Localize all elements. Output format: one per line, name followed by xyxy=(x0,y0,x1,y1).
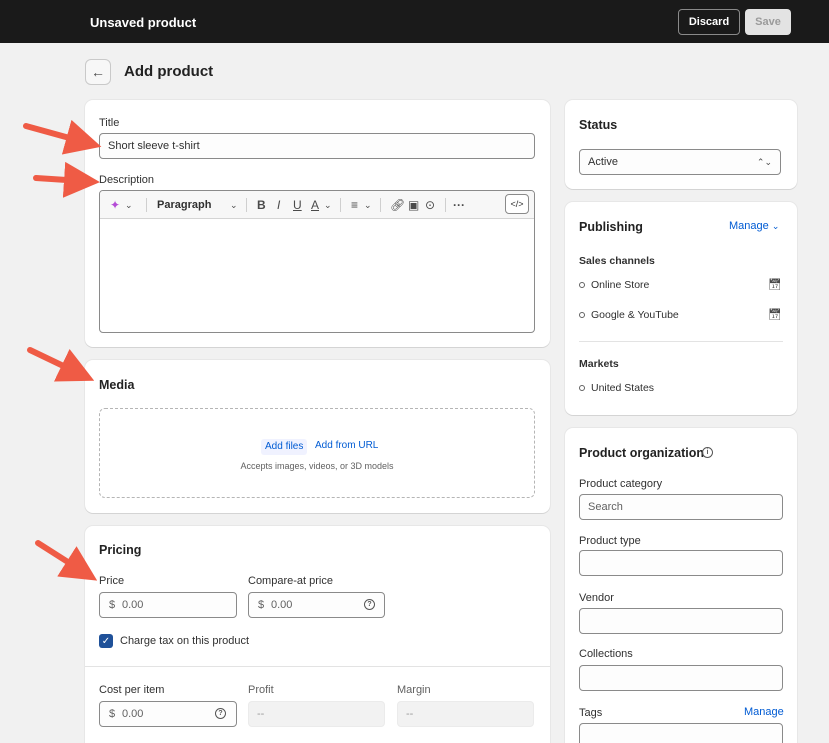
link-icon[interactable]: 🔗︎ xyxy=(390,198,405,212)
select-chevron-icon: ⌃⌄ xyxy=(756,156,772,167)
toolbar-divider xyxy=(146,198,147,212)
channel-google-youtube: Google & YouTube xyxy=(591,309,679,321)
product-organization-card: Product organization i Product category … xyxy=(565,428,797,743)
cost-per-item-label: Cost per item xyxy=(99,684,165,696)
video-icon[interactable]: ⊙ xyxy=(425,198,435,212)
sparkle-icon[interactable]: ✦ xyxy=(110,198,120,212)
media-heading: Media xyxy=(99,378,135,392)
status-selected-value: Active xyxy=(588,156,618,168)
profit-field: -- xyxy=(248,701,385,727)
publishing-divider xyxy=(579,341,783,342)
page-title: Add product xyxy=(124,63,214,80)
more-icon[interactable]: ··· xyxy=(453,198,465,212)
price-label: Price xyxy=(99,575,125,587)
add-files-button[interactable]: Add files xyxy=(261,439,308,455)
info-icon[interactable]: i xyxy=(702,447,713,458)
pricing-card: Pricing Price $ Compare-at price $ ? ✓ C… xyxy=(85,526,550,743)
back-button[interactable]: ← xyxy=(85,59,111,85)
publishing-card: Publishing Manage ⌄ Sales channels Onlin… xyxy=(565,202,797,415)
product-category-input[interactable] xyxy=(579,494,783,520)
currency-symbol: $ xyxy=(109,599,116,611)
product-type-input[interactable] xyxy=(579,550,783,576)
publishing-manage-link[interactable]: Manage ⌄ xyxy=(729,220,779,232)
paragraph-select[interactable]: Paragraph xyxy=(157,199,211,211)
chevron-down-icon[interactable]: ⌄ xyxy=(230,200,238,211)
tags-manage-link[interactable]: Manage xyxy=(744,706,784,718)
chevron-down-icon[interactable]: ⌄ xyxy=(364,200,372,211)
bold-icon[interactable]: B xyxy=(257,198,266,212)
status-card: Status Active ⌃⌄ xyxy=(565,100,797,189)
pricing-divider xyxy=(85,666,550,667)
vendor-label: Vendor xyxy=(579,592,614,604)
top-bar: Unsaved product Discard Save xyxy=(0,0,829,43)
underline-icon[interactable]: U xyxy=(293,198,302,212)
description-editor[interactable]: ✦ ⌄ Paragraph ⌄ B I U A ⌄ ≡ ⌄ 🔗︎ ▣ ⊙ ···… xyxy=(99,190,535,333)
image-icon[interactable]: ▣ xyxy=(408,198,419,212)
text-color-icon[interactable]: A xyxy=(311,198,319,212)
margin-value: -- xyxy=(406,708,414,720)
toolbar-divider xyxy=(445,198,446,212)
description-label: Description xyxy=(99,174,155,186)
calendar-icon[interactable]: 📅︎ xyxy=(768,278,782,291)
product-category-label: Product category xyxy=(579,478,663,490)
compare-at-price-label: Compare-at price xyxy=(248,575,333,587)
status-select[interactable]: Active ⌃⌄ xyxy=(579,149,781,175)
charge-tax-label: Charge tax on this product xyxy=(120,635,250,647)
toolbar-divider xyxy=(380,198,381,212)
collections-input[interactable] xyxy=(579,665,783,691)
market-status-dot xyxy=(579,385,585,391)
unsaved-title: Unsaved product xyxy=(90,15,197,30)
help-icon[interactable]: ? xyxy=(215,708,226,719)
discard-button[interactable]: Discard xyxy=(678,9,740,35)
profit-value: -- xyxy=(257,708,265,720)
tags-label: Tags xyxy=(579,707,603,719)
currency-symbol: $ xyxy=(258,599,265,611)
code-view-button[interactable]: </> xyxy=(505,194,529,214)
back-arrow-icon: ← xyxy=(91,64,105,80)
status-heading: Status xyxy=(579,118,618,132)
sales-channels-label: Sales channels xyxy=(579,255,655,267)
save-button[interactable]: Save xyxy=(745,9,791,35)
currency-symbol: $ xyxy=(109,708,116,720)
profit-label: Profit xyxy=(248,684,274,696)
toolbar-divider xyxy=(340,198,341,212)
chevron-down-icon[interactable]: ⌄ xyxy=(324,200,332,211)
calendar-icon[interactable]: 📅︎ xyxy=(768,308,782,321)
toolbar-divider xyxy=(246,198,247,212)
tags-input[interactable] xyxy=(579,723,783,743)
margin-label: Margin xyxy=(397,684,431,696)
accepts-text: Accepts images, videos, or 3D models xyxy=(240,461,394,471)
code-icon: </> xyxy=(510,199,524,209)
margin-field: -- xyxy=(397,701,534,727)
chevron-down-icon[interactable]: ⌄ xyxy=(125,200,133,211)
italic-icon[interactable]: I xyxy=(277,198,280,212)
media-card: Media Add files Add from URL Accepts ima… xyxy=(85,360,550,513)
product-details-card: Title Description ✦ ⌄ Paragraph ⌄ B I U … xyxy=(85,100,550,347)
title-input[interactable] xyxy=(99,133,535,159)
market-united-states: United States xyxy=(591,382,655,394)
price-input[interactable] xyxy=(99,592,237,618)
add-from-url-link[interactable]: Add from URL xyxy=(315,440,378,451)
vendor-input[interactable] xyxy=(579,608,783,634)
channel-online-store: Online Store xyxy=(591,279,650,291)
channel-status-dot xyxy=(579,282,585,288)
title-label: Title xyxy=(99,117,120,129)
channel-status-dot xyxy=(579,312,585,318)
media-dropzone[interactable]: Add files Add from URL Accepts images, v… xyxy=(99,408,535,498)
product-type-label: Product type xyxy=(579,535,641,547)
markets-label: Markets xyxy=(579,358,619,370)
align-icon[interactable]: ≡ xyxy=(351,198,358,212)
pricing-heading: Pricing xyxy=(99,543,142,557)
charge-tax-checkbox[interactable]: ✓ xyxy=(99,634,113,648)
product-organization-heading: Product organization xyxy=(579,446,704,460)
collections-label: Collections xyxy=(579,648,633,660)
manage-label: Manage xyxy=(729,220,769,232)
publishing-heading: Publishing xyxy=(579,220,643,234)
help-icon[interactable]: ? xyxy=(364,599,375,610)
editor-toolbar: ✦ ⌄ Paragraph ⌄ B I U A ⌄ ≡ ⌄ 🔗︎ ▣ ⊙ ···… xyxy=(100,191,534,219)
chevron-down-icon: ⌄ xyxy=(771,221,780,231)
